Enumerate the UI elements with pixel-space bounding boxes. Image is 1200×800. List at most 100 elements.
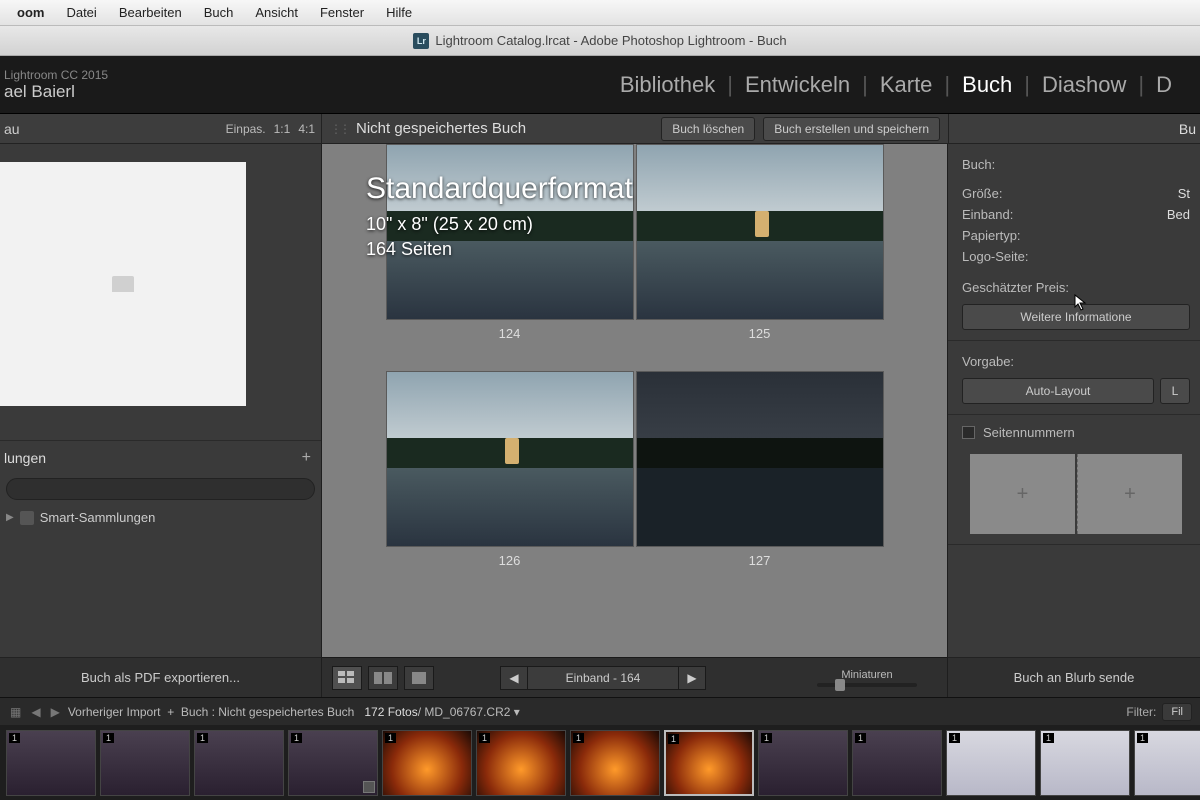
filmstrip-thumb[interactable]: 1 bbox=[194, 730, 284, 796]
thumbnails-label: Miniaturen bbox=[841, 669, 892, 681]
filter-button[interactable]: Fil bbox=[1162, 703, 1192, 721]
next-page-button[interactable]: ▶ bbox=[678, 666, 706, 690]
page-number: 126 bbox=[386, 553, 634, 568]
filmstrip-thumb[interactable]: 1 bbox=[1134, 730, 1200, 796]
collections-header[interactable]: lungen + bbox=[0, 440, 321, 474]
page-style-preview: + + bbox=[962, 454, 1190, 534]
module-truncated[interactable]: D bbox=[1144, 72, 1184, 98]
page-125[interactable] bbox=[636, 144, 884, 320]
menu-help[interactable]: Hilfe bbox=[375, 5, 423, 20]
add-collection-icon[interactable]: + bbox=[302, 449, 311, 467]
more-info-button[interactable]: Weitere Informatione bbox=[962, 304, 1190, 330]
filmstrip-header: ▦ ◀ ▶ Vorheriger Import + Buch : Nicht g… bbox=[0, 697, 1200, 725]
spread-126-127[interactable] bbox=[340, 371, 929, 547]
save-book-button[interactable]: Buch erstellen und speichern bbox=[763, 117, 940, 141]
zoom-fit[interactable]: Einpas. bbox=[226, 122, 266, 136]
module-book[interactable]: Buch bbox=[950, 72, 1024, 98]
page-127[interactable] bbox=[636, 371, 884, 547]
filmstrip-thumb[interactable]: 1 bbox=[946, 730, 1036, 796]
user-name: ael Baierl bbox=[4, 82, 108, 102]
source-path[interactable]: Vorheriger Import + Buch : Nicht gespeic… bbox=[68, 705, 520, 719]
placeholder-icon bbox=[112, 276, 134, 292]
zoom-1-1[interactable]: 1:1 bbox=[274, 122, 291, 136]
page-126[interactable] bbox=[386, 371, 634, 547]
page-number: 125 bbox=[636, 326, 884, 341]
prev-page-button[interactable]: ◀ bbox=[500, 666, 528, 690]
page-numbers-checkbox[interactable]: Seitennummern bbox=[962, 425, 1190, 440]
cover-preview[interactable] bbox=[0, 162, 246, 406]
page-range-label[interactable]: Einband - 164 bbox=[528, 666, 678, 690]
filter-label: Filter: bbox=[1126, 705, 1156, 719]
menu-app[interactable]: oom bbox=[6, 5, 55, 20]
format-overlay: Standardquerformat 10" x 8" (25 x 20 cm)… bbox=[366, 172, 633, 260]
grip-icon: ⋮⋮ bbox=[330, 122, 348, 136]
grid-view-icon[interactable]: ▦ bbox=[8, 705, 23, 719]
zoom-4-1[interactable]: 4:1 bbox=[298, 122, 315, 136]
product-name: Lightroom CC 2015 bbox=[4, 68, 108, 82]
view-grid-button[interactable] bbox=[332, 666, 362, 690]
smart-collection-icon bbox=[20, 511, 34, 525]
filmstrip-thumb-selected[interactable]: 1 bbox=[664, 730, 754, 796]
collections-search-input[interactable] bbox=[6, 478, 315, 500]
delete-book-button[interactable]: Buch löschen bbox=[661, 117, 755, 141]
book-title: Nicht gespeichertes Buch bbox=[356, 120, 653, 137]
format-name: Standardquerformat bbox=[366, 172, 633, 206]
menu-book[interactable]: Buch bbox=[193, 5, 245, 20]
smart-collections-row[interactable]: ▶ Smart-Sammlungen bbox=[0, 504, 321, 531]
auto-layout-button[interactable]: Auto-Layout bbox=[962, 378, 1154, 404]
filmstrip-thumb[interactable]: 1 bbox=[758, 730, 848, 796]
cover-label: Einband: bbox=[962, 207, 1013, 222]
module-develop[interactable]: Entwickeln bbox=[733, 72, 862, 98]
filmstrip-thumb[interactable]: 1 bbox=[382, 730, 472, 796]
checkbox-icon[interactable] bbox=[962, 426, 975, 439]
filmstrip-thumb[interactable]: 1 bbox=[100, 730, 190, 796]
left-panel-title: au bbox=[0, 121, 20, 137]
lightroom-icon: Lr bbox=[413, 33, 429, 49]
menu-view[interactable]: Ansicht bbox=[244, 5, 309, 20]
right-panel: Buch: Größe:St Einband:Bed Papiertyp: Lo… bbox=[948, 144, 1200, 697]
paper-label: Papiertyp: bbox=[962, 228, 1021, 243]
menu-edit[interactable]: Bearbeiten bbox=[108, 5, 193, 20]
format-size: 10" x 8" (25 x 20 cm) bbox=[366, 214, 633, 235]
module-map[interactable]: Karte bbox=[868, 72, 945, 98]
cover-value[interactable]: Bed bbox=[1167, 207, 1190, 222]
window-titlebar: Lr Lightroom Catalog.lrcat - Adobe Photo… bbox=[0, 26, 1200, 56]
clear-layout-button[interactable]: L bbox=[1160, 378, 1190, 404]
format-pages: 164 Seiten bbox=[366, 239, 633, 260]
filmstrip-thumb[interactable]: 1 bbox=[6, 730, 96, 796]
send-to-blurb-button[interactable]: Buch an Blurb sende bbox=[948, 657, 1200, 697]
module-slideshow[interactable]: Diashow bbox=[1030, 72, 1138, 98]
preview-area bbox=[0, 144, 321, 414]
page-numbers-label: Seitennummern bbox=[983, 425, 1075, 440]
filmstrip-thumb[interactable]: 1 bbox=[1040, 730, 1130, 796]
disclosure-triangle-icon[interactable]: ▶ bbox=[6, 512, 14, 523]
menu-file[interactable]: Datei bbox=[55, 5, 107, 20]
view-spread-button[interactable] bbox=[368, 666, 398, 690]
center-panel: 124125 126127 Standardquerformat 10" x 8… bbox=[322, 144, 948, 697]
book-label: Buch: bbox=[962, 157, 995, 172]
thumbnail-size-slider[interactable] bbox=[817, 683, 917, 687]
center-toolbar: ◀ Einband - 164 ▶ Miniaturen bbox=[322, 657, 947, 697]
mini-page-left[interactable]: + bbox=[970, 454, 1075, 534]
size-label: Größe: bbox=[962, 186, 1002, 201]
filmstrip-thumb[interactable]: 1 bbox=[570, 730, 660, 796]
left-panel: lungen + ▶ Smart-Sammlungen Buch als PDF… bbox=[0, 144, 322, 697]
preset-label: Vorgabe: bbox=[962, 354, 1014, 369]
filmstrip[interactable]: 1 1 1 1 1 1 1 1 1 1 1 1 1 bbox=[0, 725, 1200, 800]
spreads-area[interactable]: 124125 126127 Standardquerformat 10" x 8… bbox=[322, 144, 947, 657]
nav-back-icon[interactable]: ◀ bbox=[29, 705, 42, 719]
right-panel-title: Bu bbox=[1179, 121, 1196, 137]
export-pdf-button[interactable]: Buch als PDF exportieren... bbox=[0, 657, 321, 697]
mini-page-right[interactable]: + bbox=[1077, 454, 1182, 534]
filmstrip-thumb[interactable]: 1 bbox=[852, 730, 942, 796]
size-value[interactable]: St bbox=[1178, 186, 1190, 201]
module-library[interactable]: Bibliothek bbox=[608, 72, 727, 98]
nav-forward-icon[interactable]: ▶ bbox=[49, 705, 62, 719]
filmstrip-thumb[interactable]: 1 bbox=[476, 730, 566, 796]
identity-bar: Lightroom CC 2015 ael Baierl Bibliothek|… bbox=[0, 56, 1200, 114]
window-title: Lightroom Catalog.lrcat - Adobe Photosho… bbox=[435, 33, 786, 48]
menu-window[interactable]: Fenster bbox=[309, 5, 375, 20]
filmstrip-thumb[interactable]: 1 bbox=[288, 730, 378, 796]
smart-collections-label: Smart-Sammlungen bbox=[40, 510, 156, 525]
view-single-button[interactable] bbox=[404, 666, 434, 690]
